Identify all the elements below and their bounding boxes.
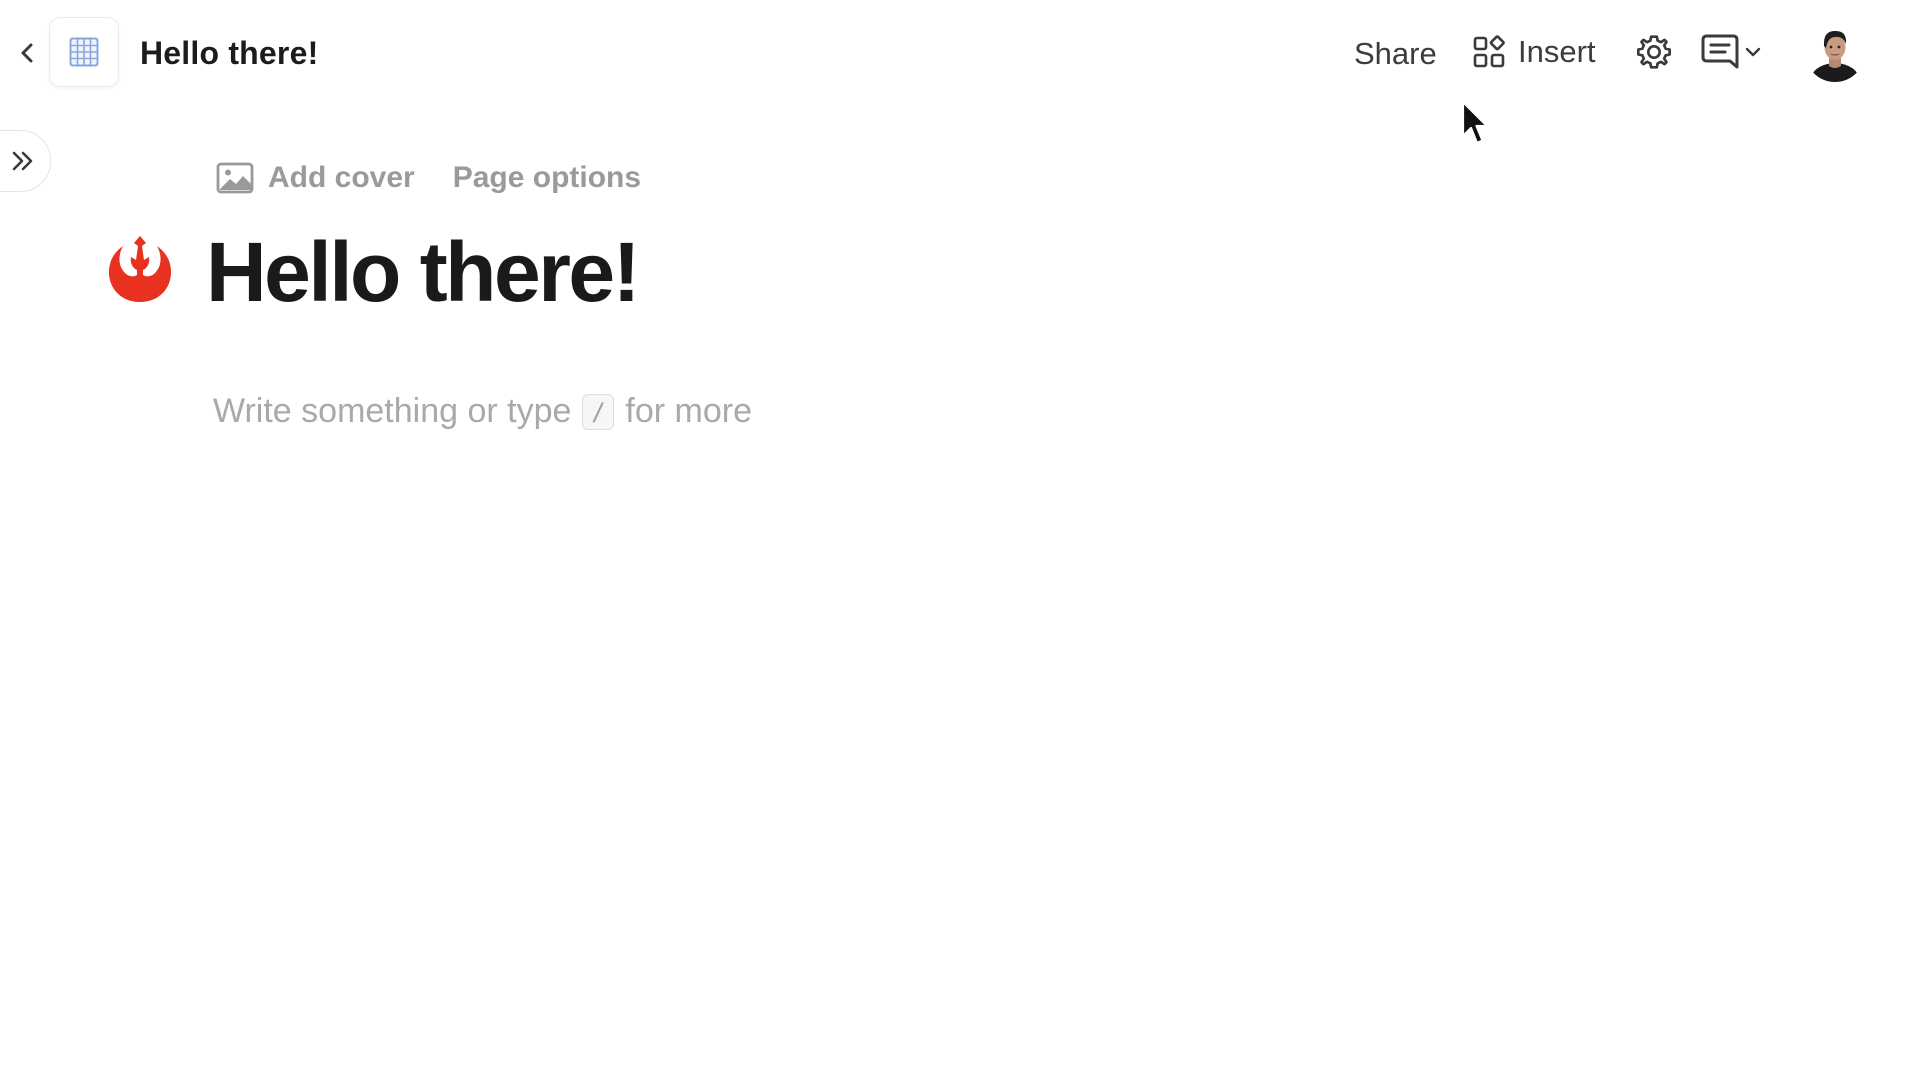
doc-icon-button[interactable] [50, 18, 118, 86]
gear-icon [1637, 35, 1671, 69]
image-icon [216, 162, 254, 194]
editor-placeholder[interactable]: Write something or type / for more [213, 392, 752, 431]
top-bar: Hello there! Share Insert [0, 0, 1920, 105]
placeholder-text-after: for more [625, 392, 753, 430]
double-chevron-right-icon [12, 151, 33, 171]
grid-table-icon [69, 37, 99, 67]
add-cover-label: Add cover [268, 161, 415, 194]
user-avatar[interactable] [1805, 22, 1865, 82]
doc-title[interactable]: Hello there! [140, 35, 318, 72]
back-button[interactable] [10, 36, 44, 70]
page-emoji-button[interactable] [104, 234, 176, 311]
sidebar-toggle-button[interactable] [0, 130, 51, 192]
add-cover-button[interactable]: Add cover [216, 161, 415, 195]
grid-shapes-icon [1473, 35, 1505, 68]
page-options-label: Page options [452, 161, 642, 194]
chevron-down-icon [1745, 47, 1761, 57]
insert-button[interactable]: Insert [1472, 30, 1596, 74]
insert-label: Insert [1518, 34, 1596, 69]
placeholder-text-before: Write something or type [213, 392, 572, 430]
avatar-image [1805, 22, 1865, 82]
mouse-cursor-icon [1461, 100, 1489, 145]
share-button[interactable]: Share [1354, 36, 1437, 72]
chevron-left-icon [21, 43, 33, 63]
rebel-alliance-icon [108, 236, 172, 302]
settings-button[interactable] [1634, 32, 1674, 77]
slash-key-hint: / [582, 393, 615, 430]
comment-icon [1701, 34, 1739, 69]
page-heading[interactable]: Hello there! [206, 222, 641, 322]
page-actions: Add cover Page options [216, 156, 641, 200]
page-options-button[interactable]: Page options [453, 161, 641, 195]
comments-button[interactable] [1700, 32, 1762, 72]
